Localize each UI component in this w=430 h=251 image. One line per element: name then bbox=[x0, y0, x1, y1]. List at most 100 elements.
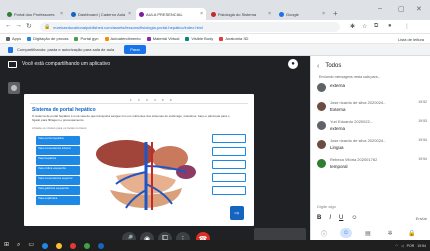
chat-notice: Enviando mensagens nesta sala para... bbox=[319, 75, 381, 79]
drop-zone[interactable] bbox=[212, 160, 246, 169]
underline-icon[interactable]: U bbox=[339, 215, 343, 221]
people-icon[interactable]: ☺ bbox=[340, 228, 352, 238]
close-tab-icon[interactable]: × bbox=[268, 11, 271, 17]
drag-label[interactable]: Veia porta hepática bbox=[36, 136, 80, 145]
avatar bbox=[317, 83, 326, 92]
hepatic-portal-illustration bbox=[96, 140, 196, 210]
app-icon[interactable] bbox=[70, 242, 77, 249]
chat-composer: Digite algo B I U ☺ Enviar bbox=[317, 204, 427, 221]
bookmark-item[interactable]: Material Virtual bbox=[146, 36, 179, 41]
bookmark-star-icon[interactable]: ☆ bbox=[362, 23, 367, 30]
extensions-puzzle-icon[interactable]: ⧉ bbox=[374, 23, 378, 30]
browser-tab-strip: Portal dos Professores × Dashboard | Cad… bbox=[0, 0, 430, 20]
emoji-icon[interactable]: ☺ bbox=[351, 215, 357, 221]
bookmark-icon bbox=[219, 36, 224, 41]
system-tray: ◠ ◁ POR 19:54 bbox=[395, 240, 426, 251]
present-screen-icon bbox=[8, 60, 17, 68]
bookmarks-bar: Apps Digitação de provas Portal gyn Auto… bbox=[0, 34, 430, 44]
meeting-side-tabs: ⓘ ☺ ▤ ✲ 🔒 bbox=[310, 226, 430, 240]
chat-message: Rebeca Vitória 202001762 19:54 temporal bbox=[317, 157, 427, 176]
drop-zone[interactable] bbox=[212, 147, 246, 156]
tab-fisiologia[interactable]: Fisiologia do Sistema × bbox=[208, 8, 274, 20]
favicon-icon bbox=[71, 11, 76, 17]
reload-icon[interactable]: ↻ bbox=[26, 22, 32, 30]
drop-zone[interactable] bbox=[212, 173, 246, 182]
profile-avatar-icon[interactable]: ● bbox=[388, 23, 392, 29]
start-icon[interactable]: ⊞ bbox=[4, 240, 9, 251]
clock[interactable]: 19:54 bbox=[417, 244, 426, 248]
word-icon[interactable] bbox=[98, 242, 105, 249]
participant-avatar bbox=[8, 82, 20, 94]
extension-icon[interactable]: ✱ bbox=[350, 23, 355, 30]
bookmark-icon bbox=[104, 36, 109, 41]
bookmark-item[interactable]: Anatomia 3D bbox=[219, 36, 248, 41]
tab-aula-presencial[interactable]: AULA PRESENCIAL × bbox=[136, 8, 206, 20]
volume-icon[interactable]: ◁ bbox=[401, 244, 404, 248]
bookmark-apps[interactable]: Apps bbox=[6, 36, 21, 41]
send-button[interactable]: Enviar bbox=[416, 216, 427, 221]
drop-zone[interactable] bbox=[212, 186, 246, 195]
stop-presenting-icon[interactable]: ● bbox=[288, 59, 298, 69]
chat-icon[interactable]: ▤ bbox=[362, 228, 374, 238]
info-icon[interactable]: ⓘ bbox=[318, 228, 330, 238]
drop-targets bbox=[212, 134, 246, 199]
presenting-banner: Você está compartilhando um aplicativo bbox=[0, 56, 310, 72]
drag-label[interactable]: Veia mesentérica inferior bbox=[36, 146, 80, 155]
close-tab-icon[interactable]: × bbox=[322, 11, 325, 17]
bold-icon[interactable]: B bbox=[317, 215, 321, 221]
bookmark-item[interactable]: Visible Body bbox=[185, 36, 213, 41]
slide-instruction: Arraste os rótulos para os locais corret… bbox=[32, 126, 87, 130]
forward-icon[interactable]: → bbox=[15, 22, 22, 29]
lock-icon: 🔒 bbox=[44, 24, 51, 30]
bookmark-item[interactable]: Autoatendimento bbox=[104, 36, 141, 41]
minimize-icon[interactable]: – bbox=[378, 5, 382, 12]
avatar bbox=[317, 159, 326, 168]
folder-icon[interactable] bbox=[56, 242, 63, 249]
chat-input[interactable]: Digite algo bbox=[317, 204, 427, 209]
new-tab-icon[interactable]: + bbox=[333, 9, 338, 18]
back-icon[interactable]: ← bbox=[5, 22, 12, 29]
edge-icon[interactable] bbox=[42, 242, 49, 249]
drag-label[interactable]: Veia esplênica bbox=[36, 196, 80, 205]
close-tab-icon[interactable]: × bbox=[60, 11, 63, 17]
close-tab-icon[interactable]: × bbox=[128, 11, 131, 17]
drag-label[interactable]: Veia mesentérica superior bbox=[36, 176, 80, 185]
bookmark-item[interactable]: Portal gyn bbox=[74, 36, 99, 41]
shared-slide: 1 2 3 4 5 6 Sistema de portal hepático O… bbox=[24, 94, 254, 226]
tab-dashboard[interactable]: Dashboard | Caderno Aula × bbox=[68, 8, 134, 20]
slide-body-text: O sistema de portal hepático é uma veia … bbox=[32, 114, 230, 122]
address-bar-row: ← → ↻ 🔒 eurekaeducationalpublished.com/a… bbox=[0, 20, 430, 34]
format-toolbar: B I U ☺ Enviar bbox=[317, 215, 427, 221]
drag-label[interactable]: Veia hepática bbox=[36, 156, 80, 165]
taskview-icon[interactable]: ▭ bbox=[28, 240, 34, 251]
url-field[interactable]: 🔒 eurekaeducationalpublished.com/assets/… bbox=[40, 22, 340, 32]
bookmark-item[interactable]: Digitação de provas bbox=[27, 36, 68, 41]
chat-panel-header: ‹ Todos bbox=[317, 62, 342, 70]
favicon-icon bbox=[211, 11, 216, 17]
next-slide-icon[interactable]: ⇨ bbox=[230, 206, 244, 220]
chrome-icon[interactable] bbox=[84, 242, 91, 249]
bookmark-icon bbox=[185, 36, 190, 41]
maximize-icon[interactable]: ▢ bbox=[398, 5, 405, 13]
back-arrow-icon[interactable]: ‹ bbox=[317, 63, 319, 70]
drag-label[interactable]: Veia gástrica esquerda bbox=[36, 186, 80, 195]
reading-list[interactable]: Lista de leitura bbox=[398, 37, 424, 42]
favicon-icon bbox=[7, 11, 12, 17]
drop-zone[interactable] bbox=[212, 134, 246, 143]
stop-sharing-button[interactable]: Parar bbox=[124, 45, 146, 54]
meeting-stage: Você está compartilhando um aplicativo ●… bbox=[0, 56, 310, 251]
italic-icon[interactable]: I bbox=[329, 215, 331, 221]
language-indicator[interactable]: POR bbox=[407, 244, 415, 248]
tab-google[interactable]: Google × bbox=[276, 8, 328, 20]
wifi-icon[interactable]: ◠ bbox=[395, 244, 398, 248]
menu-kebab-icon[interactable]: ⋮ bbox=[404, 23, 410, 30]
lock-icon[interactable]: 🔒 bbox=[406, 228, 418, 238]
tab-portal[interactable]: Portal dos Professores × bbox=[4, 8, 66, 20]
close-tab-icon[interactable]: × bbox=[200, 11, 203, 17]
favicon-icon bbox=[139, 11, 144, 17]
search-icon[interactable]: ⌕ bbox=[17, 240, 20, 251]
drag-label[interactable]: Veia cólica esquerda bbox=[36, 166, 80, 175]
apps-grid-icon bbox=[6, 36, 10, 41]
close-window-icon[interactable]: ✕ bbox=[416, 5, 422, 13]
activities-icon[interactable]: ✲ bbox=[384, 228, 396, 238]
